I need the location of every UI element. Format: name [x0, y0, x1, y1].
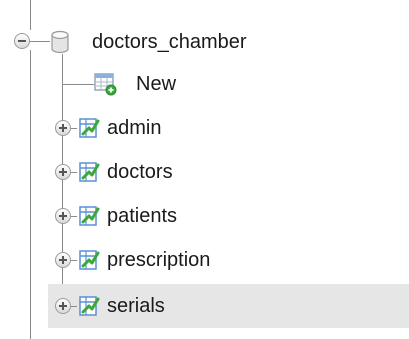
tree-row-table[interactable]: serials	[0, 284, 409, 328]
table-label[interactable]: prescription	[107, 248, 210, 272]
collapse-icon[interactable]	[14, 33, 30, 49]
expand-icon[interactable]	[55, 164, 71, 180]
table-label[interactable]: admin	[107, 116, 161, 140]
tree-row-table[interactable]: prescription	[0, 238, 409, 282]
table-icon	[79, 250, 100, 270]
table-icon	[79, 206, 100, 226]
tree-connector	[71, 260, 77, 261]
tree-row-new[interactable]: New	[0, 62, 409, 106]
navigation-tree: doctors_chamber New admin doctors patien…	[0, 0, 409, 339]
tree-connector	[71, 216, 77, 217]
expand-icon[interactable]	[55, 252, 71, 268]
table-label[interactable]: serials	[107, 294, 165, 318]
row-hover-highlight	[48, 284, 409, 328]
table-label[interactable]: doctors	[107, 160, 173, 184]
database-name[interactable]: doctors_chamber	[92, 30, 247, 54]
tree-row-table[interactable]: doctors	[0, 150, 409, 194]
new-item-label[interactable]: New	[136, 72, 176, 96]
expand-icon[interactable]	[55, 208, 71, 224]
table-icon	[79, 296, 100, 316]
tree-connector	[30, 41, 50, 42]
database-icon	[51, 30, 69, 54]
tree-connector	[62, 84, 94, 85]
expand-icon[interactable]	[55, 298, 71, 314]
expand-icon[interactable]	[55, 120, 71, 136]
tree-connector	[71, 128, 77, 129]
table-icon	[79, 162, 100, 182]
tree-connector	[71, 306, 77, 307]
table-label[interactable]: patients	[107, 204, 177, 228]
tree-connector	[71, 172, 77, 173]
tree-row-table[interactable]: patients	[0, 194, 409, 238]
tree-row-table[interactable]: admin	[0, 106, 409, 150]
new-table-icon	[94, 73, 117, 96]
table-icon	[79, 118, 100, 138]
